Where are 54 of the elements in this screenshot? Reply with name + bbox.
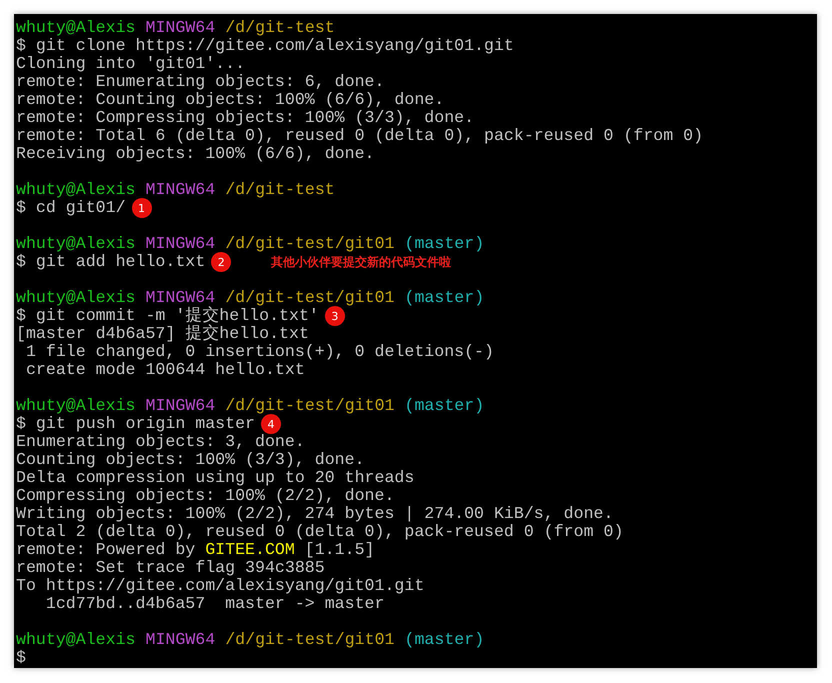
command-text: $: [16, 649, 26, 667]
output-text: Compressing objects: 100% (2/2), done.: [16, 487, 394, 505]
output-text: Counting objects: 100% (3/3), done.: [16, 451, 365, 469]
step-number-badge: 2: [211, 252, 232, 272]
prompt-system: MINGW64: [146, 181, 216, 199]
command-text: $ git add hello.txt: [16, 253, 206, 271]
output-text: remote: Compressing objects: 100% (3/3), done.: [16, 109, 474, 127]
output-text: Delta compression using up to 20 threads: [16, 469, 414, 487]
command-text: $ git push origin master: [16, 415, 255, 433]
prompt-user: whuty@Alexis: [16, 289, 136, 307]
output-text: Receiving objects: 100% (6/6), done.: [16, 145, 374, 163]
prompt-user: whuty@Alexis: [16, 631, 136, 649]
step-number-badge: 4: [261, 414, 281, 434]
command-text: $ git clone https://gitee.com/alexisyang/git01.git: [16, 37, 514, 55]
prompt-path: /d/git-test/git01: [225, 235, 395, 253]
output-text: remote: Enumerating objects: 6, done.: [16, 73, 384, 91]
output-text: [master d4b6a57] 提交hello.txt: [16, 325, 309, 343]
prompt-branch: (master): [404, 235, 484, 253]
output-text: 1 file changed, 0 insertions(+), 0 deletions(-): [24, 343, 494, 361]
prompt-branch: (master): [404, 631, 484, 649]
command-text: $ git commit -m '提交hello.txt': [16, 307, 319, 325]
output-text: [1.1.5]: [304, 541, 374, 559]
prompt-system: MINGW64: [146, 631, 216, 649]
output-text: remote: Counting objects: 100% (6/6), done.: [16, 91, 444, 109]
annotation-note: 其他小伙伴要提交新的代码文件啦: [271, 254, 452, 271]
prompt-system: MINGW64: [146, 19, 216, 37]
prompt-path: /d/git-test/git01: [225, 289, 395, 307]
output-text: remote: Total 6 (delta 0), reused 0 (delta 0), pack-reused 0 (from 0): [16, 127, 704, 145]
output-text: create mode 100644 hello.txt: [24, 361, 305, 379]
prompt-system: MINGW64: [146, 289, 216, 307]
output-text: Writing objects: 100% (2/2), 274 bytes | 274.00 KiB/s, done.: [16, 505, 614, 523]
prompt-branch: (master): [404, 289, 484, 307]
output-text: remote: Powered by: [16, 541, 196, 559]
step-number-badge: 3: [324, 306, 345, 326]
prompt-system: MINGW64: [146, 397, 216, 415]
command-text: $ cd git01/: [16, 199, 126, 217]
prompt-path: /d/git-test: [225, 19, 335, 37]
prompt-branch: (master): [404, 397, 484, 415]
output-text: To https://gitee.com/alexisyang/git01.git: [16, 577, 424, 595]
prompt-user: whuty@Alexis: [16, 181, 136, 199]
output-text: Cloning into 'git01'...: [16, 55, 246, 73]
output-text: Total 2 (delta 0), reused 0 (delta 0), pack-reused 0 (from 0): [16, 523, 624, 541]
prompt-system: MINGW64: [146, 235, 216, 253]
output-text: 1cd77bd..d4b6a57 master -> master: [44, 595, 384, 613]
step-number-badge: 1: [132, 198, 152, 218]
output-text: Enumerating objects: 3, done.: [16, 433, 305, 451]
prompt-user: whuty@Alexis: [16, 235, 136, 253]
output-highlight: GITEE.COM: [205, 541, 295, 559]
prompt-user: whuty@Alexis: [16, 397, 136, 415]
output-text: remote: Set trace flag 394c3885: [16, 559, 325, 577]
prompt-user: whuty@Alexis: [16, 19, 136, 37]
prompt-path: /d/git-test/git01: [225, 631, 395, 649]
prompt-path: /d/git-test/git01: [225, 397, 395, 415]
prompt-path: /d/git-test: [225, 181, 335, 199]
